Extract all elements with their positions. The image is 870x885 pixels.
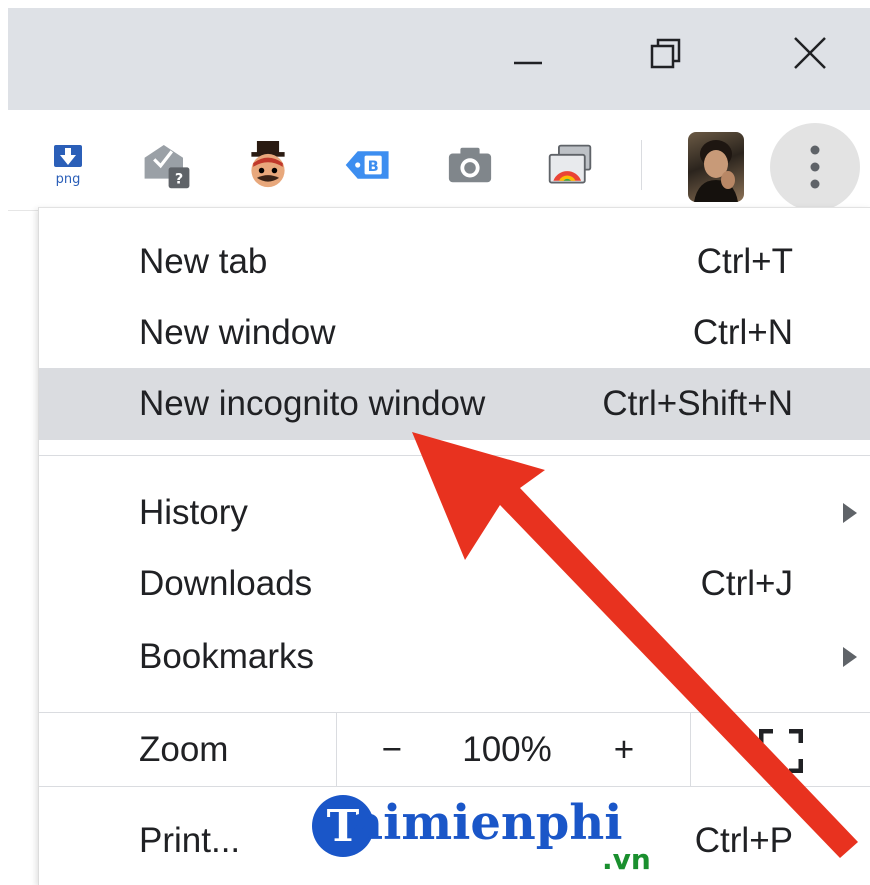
zoom-row: Zoom − 100% + [39, 713, 870, 786]
menu-separator [39, 455, 870, 456]
chrome-main-menu: New tab Ctrl+T New window Ctrl+N New inc… [38, 207, 870, 885]
mail-checker-extension-button[interactable]: ? [143, 138, 191, 192]
browser-toolbar: png ? B [8, 110, 870, 211]
camera-extension-icon [448, 147, 492, 183]
watermark-suffix: .vn [602, 843, 651, 876]
watermark-brand: aimienphi [352, 795, 623, 851]
submenu-arrow-icon [843, 503, 857, 523]
zoom-controls: − 100% + [336, 713, 691, 786]
close-window-button[interactable] [770, 8, 850, 98]
title-bar [8, 8, 870, 110]
profile-photo [694, 140, 738, 202]
fullscreen-icon [758, 728, 804, 774]
tag-extension-button[interactable]: B [344, 138, 392, 192]
menu-item-new-incognito-window[interactable]: New incognito window Ctrl+Shift+N [39, 368, 870, 440]
menu-item-label: History [139, 493, 248, 532]
chrome-menu-button[interactable] [770, 123, 860, 211]
zoom-out-button[interactable]: − [357, 713, 427, 786]
submenu-arrow-icon [843, 647, 857, 667]
page-content-edge [8, 210, 38, 885]
menu-item-shortcut: Ctrl+T [696, 242, 793, 281]
zoom-in-button[interactable]: + [589, 713, 659, 786]
toolbar-divider [641, 140, 642, 190]
download-png-extension-button[interactable]: png [44, 138, 92, 192]
minimize-icon [514, 61, 542, 65]
menu-item-bookmarks[interactable]: Bookmarks [39, 621, 870, 693]
svg-text:?: ? [175, 171, 183, 187]
fullscreen-button[interactable] [758, 728, 804, 774]
restore-button[interactable] [626, 8, 706, 98]
menu-item-label: Bookmarks [139, 637, 315, 676]
svg-text:png: png [56, 172, 81, 187]
character-extension-button[interactable] [244, 138, 292, 192]
window-edge [0, 0, 8, 884]
svg-text:B: B [368, 158, 379, 175]
menu-item-label: New incognito window [139, 384, 486, 423]
zoom-level: 100% [462, 729, 552, 769]
menu-item-label: Downloads [139, 564, 313, 603]
menu-item-new-tab[interactable]: New tab Ctrl+T [39, 226, 870, 298]
menu-item-label: New window [139, 313, 336, 352]
more-vert-icon [810, 145, 820, 189]
menu-item-label: New tab [139, 242, 268, 281]
menu-item-label: Print... [139, 821, 241, 860]
watermark-logo: T aimienphi .vn [312, 795, 672, 885]
chromecast-extension-icon [548, 144, 592, 184]
menu-item-shortcut: Ctrl+N [692, 313, 793, 352]
close-icon [794, 37, 826, 69]
minimize-button[interactable] [488, 8, 568, 98]
tag-extension-icon: B [345, 151, 389, 179]
menu-item-new-window[interactable]: New window Ctrl+N [39, 297, 870, 369]
zoom-label: Zoom [139, 729, 229, 769]
download-png-extension-icon: png [54, 145, 82, 187]
restore-icon [650, 38, 681, 69]
profile-avatar[interactable] [688, 132, 744, 202]
menu-item-shortcut: Ctrl+Shift+N [602, 384, 793, 423]
chromecast-extension-button[interactable] [546, 138, 594, 192]
menu-separator [39, 786, 870, 787]
menu-item-shortcut: Ctrl+P [694, 821, 793, 860]
mail-checker-extension-icon: ? [144, 145, 190, 189]
camera-extension-button[interactable] [446, 138, 494, 192]
menu-item-downloads[interactable]: Downloads Ctrl+J [39, 548, 870, 620]
menu-item-history[interactable]: History [39, 477, 870, 549]
character-extension-icon [251, 141, 285, 188]
menu-item-shortcut: Ctrl+J [700, 564, 793, 603]
